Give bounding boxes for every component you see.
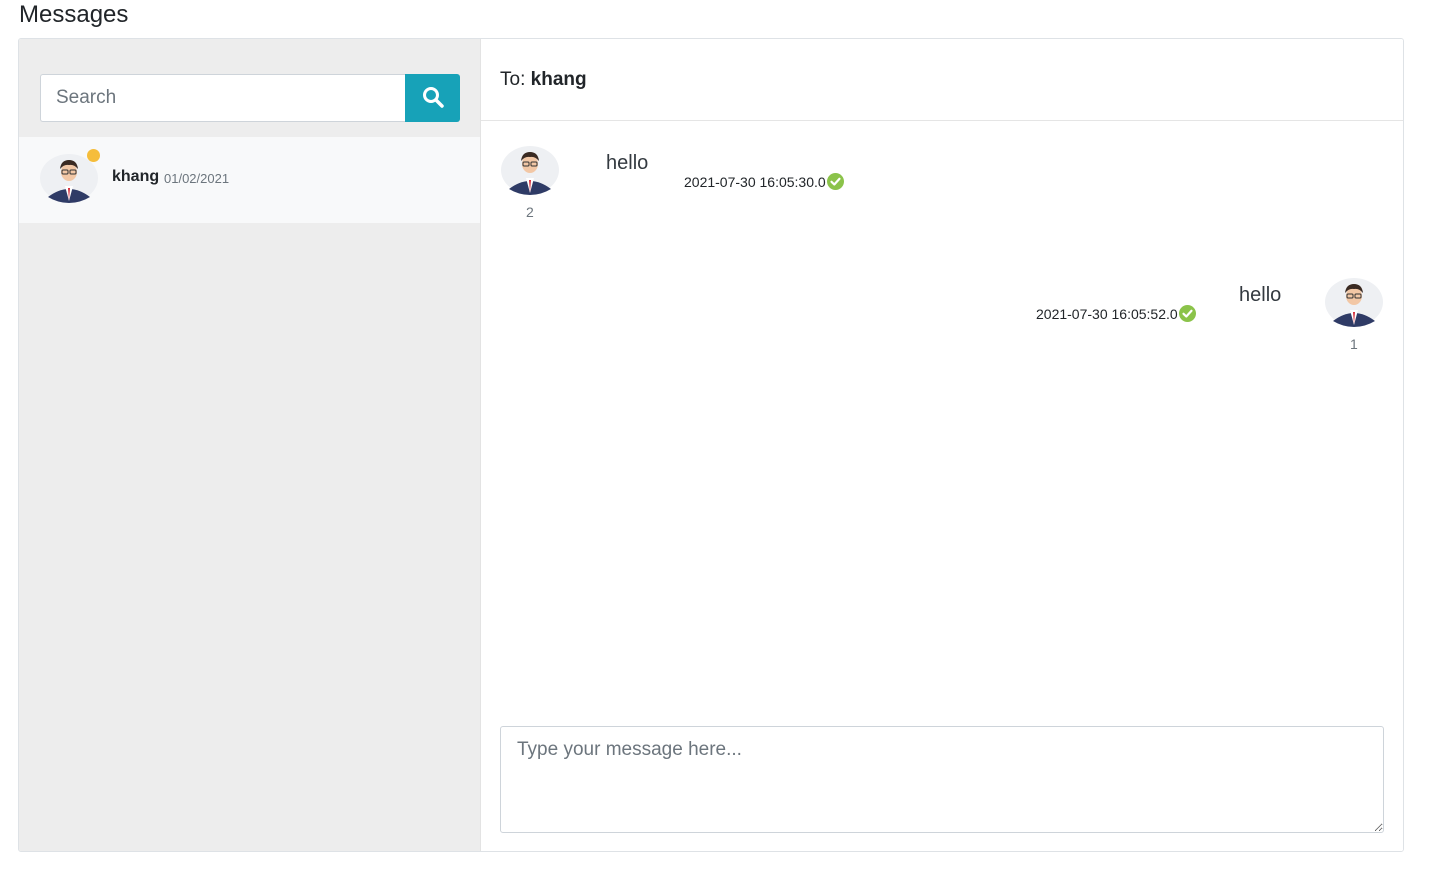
message-text: hello xyxy=(1239,284,1282,306)
message-text: hello xyxy=(606,152,649,174)
check-circle-icon xyxy=(1178,305,1196,322)
sender-id: 2 xyxy=(526,204,534,220)
online-status-dot xyxy=(87,149,100,162)
conversation-name: khang xyxy=(112,168,160,185)
search-button[interactable] xyxy=(405,74,460,122)
conversation-date: 01/02/2021 xyxy=(164,171,230,186)
chat-header: To: khang xyxy=(481,39,1403,121)
sender-id: 1 xyxy=(1350,336,1358,352)
conversation-item[interactable]: khang 01/02/2021 xyxy=(19,137,480,223)
message-timestamp: 2021-07-30 16:05:52.0 xyxy=(1036,305,1196,322)
recipient-label: To: khang xyxy=(500,69,587,91)
message-time: 2021-07-30 16:05:52.0 xyxy=(1036,305,1178,322)
avatar xyxy=(500,145,560,195)
message-time: 2021-07-30 16:05:30.0 xyxy=(684,173,826,190)
check-circle-icon xyxy=(826,173,844,190)
recipient-name: khang xyxy=(530,69,587,90)
avatar xyxy=(1324,277,1384,327)
search-bar xyxy=(40,74,460,122)
search-input[interactable] xyxy=(40,74,405,122)
user-avatar-icon xyxy=(501,146,559,195)
message-timestamp: 2021-07-30 16:05:30.0 xyxy=(684,173,844,190)
user-avatar-icon xyxy=(1325,278,1383,327)
messages-panel: khang 01/02/2021 To: khang 2 xyxy=(18,38,1404,852)
message-input[interactable] xyxy=(500,726,1384,833)
recipient-prefix: To: xyxy=(500,69,526,90)
conversation-sidebar: khang 01/02/2021 xyxy=(19,39,481,851)
chat-area: To: khang 2 hello 2021-07-30 16:05:30.0 xyxy=(481,39,1403,851)
search-icon xyxy=(421,85,445,112)
page-title: Messages xyxy=(19,1,129,28)
